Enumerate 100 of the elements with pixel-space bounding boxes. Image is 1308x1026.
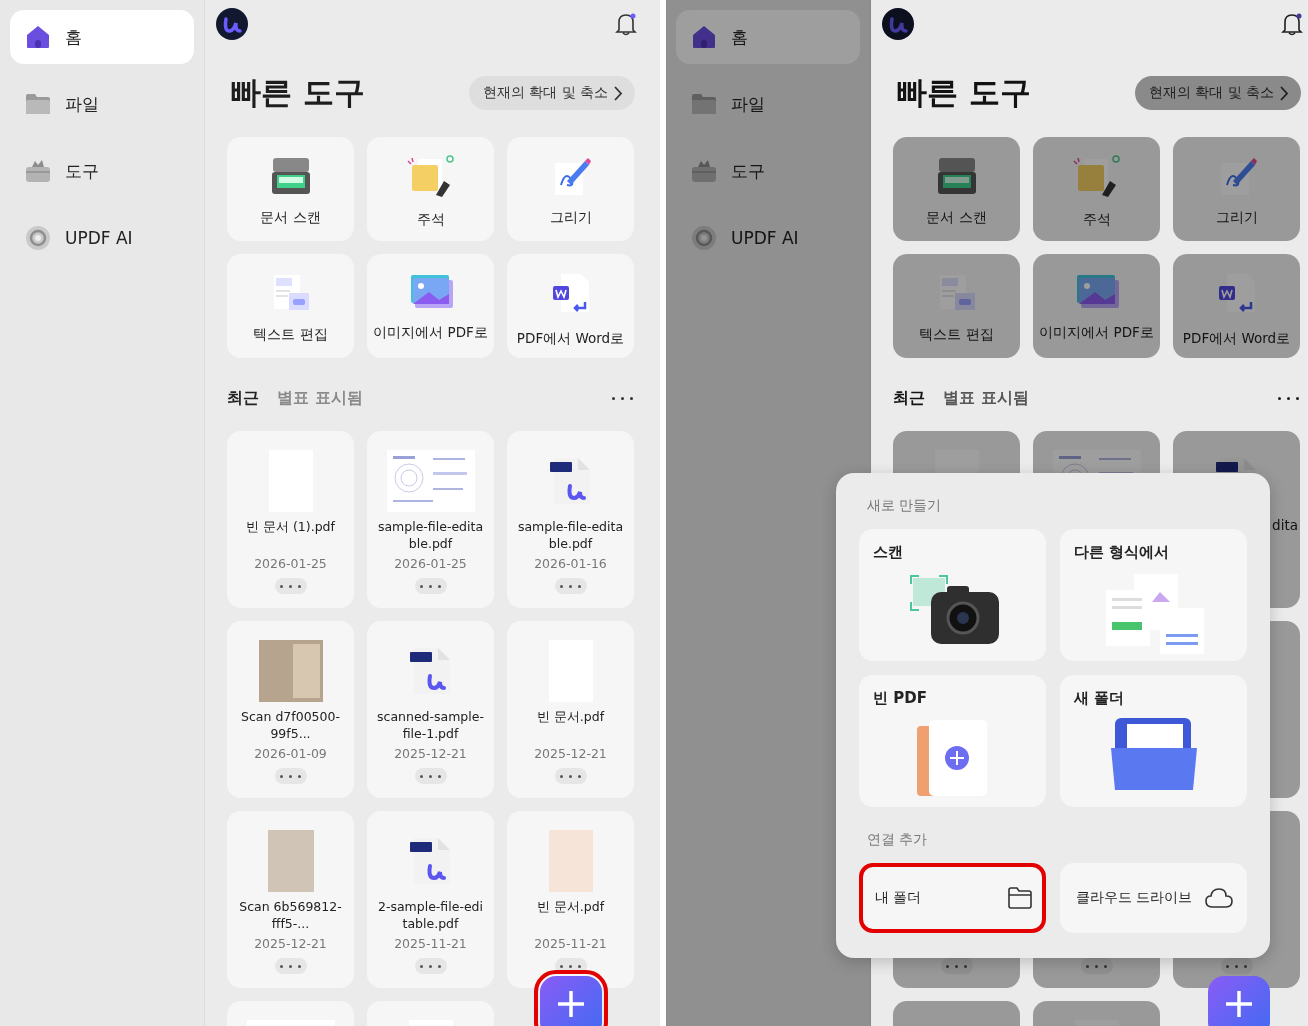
tab[interactable]: 최근 [227,388,259,409]
section-title: 새로 만들기 [867,497,943,515]
sidebar-item-label: 도구 [65,159,99,183]
sticky-note-icon [405,155,456,199]
file-date: 2025-12-21 [394,746,467,762]
sidebar-item[interactable]: 파일 [676,77,860,131]
sidebar-item-label: 홈 [65,25,82,49]
file-card[interactable]: sample-file-edita ble.pdf 2026-01-25 [367,431,494,608]
chevron-right-icon [1280,85,1289,101]
sidebar-item[interactable]: 홈 [10,10,194,64]
more-menu[interactable] [612,397,633,400]
swirl-icon [25,225,51,251]
sidebar-item[interactable]: UPDF AI [676,211,860,265]
folder-icon [25,93,51,115]
sidebar-item-label: 파일 [731,92,765,116]
file-card[interactable]: 빈 문서 (1).pdf 2026-01-25 [227,431,354,608]
file-card[interactable]: 2-sample-file-edi table.pdf 2025-11-21 [367,811,494,988]
file-options-button[interactable] [1080,958,1113,974]
file-date: 2025-12-21 [254,936,327,952]
create-option[interactable]: 다른 형식에서 [1060,529,1247,661]
zoom-button[interactable]: 현재의 확대 및 축소 [1134,76,1301,110]
file-name: 빈 문서.pdf [535,708,606,726]
file-options-button[interactable] [1220,958,1253,974]
tool-card[interactable]: 이미지에서 PDF로 [367,254,494,358]
tool-card[interactable]: 문서 스캔 [227,137,354,241]
more-icon [280,774,301,778]
file-name: sample-file-edita ble.pdf [376,518,485,552]
sidebar-item[interactable]: 파일 [10,77,194,131]
tool-card[interactable]: 그리기 [1173,137,1300,241]
tool-card[interactable]: 텍스트 편집 [227,254,354,358]
connection-option[interactable]: 클라우드 드라이브 [1060,863,1247,933]
file-date: 2026-01-09 [254,746,327,762]
file-options-button[interactable] [274,578,307,594]
file-name: 2-sample-file-edi table.pdf [376,898,485,932]
sidebar-item[interactable]: UPDF AI [10,211,194,265]
zoom-button[interactable]: 현재의 확대 및 축소 [468,76,635,110]
section-title: 연결 추가 [867,831,929,849]
file-options-button[interactable] [554,768,587,784]
more-icon [560,584,581,588]
file-options-button[interactable] [274,768,307,784]
file-options-button[interactable] [940,958,973,974]
swirl-icon [691,225,717,251]
app-logo [216,8,248,40]
sidebar-item[interactable]: 도구 [676,144,860,198]
more-icon [612,397,633,400]
scanner-icon [935,155,978,197]
file-options-button[interactable] [414,768,447,784]
sidebar-item-label: 도구 [731,159,765,183]
file-name: 빈 문서 (1).pdf [245,518,336,536]
file-options-button[interactable] [554,578,587,594]
tab[interactable]: 별표 표시됨 [943,388,1029,409]
tool-card[interactable]: 주석 [1033,137,1160,241]
more-icon [1278,397,1299,400]
file-card[interactable]: 빈 문서.pdf 2025-12-21 [507,621,634,798]
file-date: 2025-11-21 [534,936,607,952]
file-options-button[interactable] [274,958,307,974]
create-option[interactable]: 스캔 [859,529,1046,661]
more-icon [946,964,967,968]
file-date: 2026-01-25 [254,556,327,572]
file-date: 2026-01-16 [534,556,607,572]
file-date: 2025-12-21 [534,746,607,762]
more-menu[interactable] [1278,397,1299,400]
sidebar-item[interactable]: 도구 [10,144,194,198]
toolbox-icon [691,159,717,183]
add-button[interactable] [1208,976,1270,1026]
file-date: 2025-11-21 [394,936,467,952]
file-name: Scan d7f00500-99f5... [240,708,341,742]
tool-card[interactable]: 문서 스캔 [893,137,1020,241]
tool-card[interactable]: 주석 [367,137,494,241]
house-icon [691,25,717,49]
tool-card[interactable]: PDF에서 Word로 [507,254,634,358]
bell-icon[interactable] [615,12,637,36]
tool-card[interactable]: 텍스트 편집 [893,254,1020,358]
more-icon [280,964,301,968]
file-card[interactable]: 빈 문서.pdf 2025-11-21 [507,811,634,988]
file-options-button[interactable] [414,578,447,594]
sidebar-item[interactable]: 홈 [676,10,860,64]
create-option[interactable]: 빈 PDF [859,675,1046,807]
tab[interactable]: 최근 [893,388,925,409]
connection-option[interactable]: 내 폴더 [859,863,1046,933]
more-icon [1226,964,1247,968]
file-name: sample-file-edita ble.pdf [516,518,625,552]
tool-card[interactable]: 그리기 [507,137,634,241]
toolbox-icon [25,159,51,183]
file-card[interactable]: scanned-sample- file-1.pdf 2025-12-21 [367,621,494,798]
tool-card[interactable]: PDF에서 Word로 [1173,254,1300,358]
file-card[interactable]: Scan 6b569812-fff5-... 2025-12-21 [227,811,354,988]
sidebar-item-label: 홈 [731,25,748,49]
file-name: scanned-sample- file-1.pdf [376,708,485,742]
house-icon [25,25,51,49]
file-card[interactable]: Scan d7f00500-99f5... 2026-01-09 [227,621,354,798]
scanner-icon [269,155,312,197]
file-options-button[interactable] [414,958,447,974]
tool-card[interactable]: 이미지에서 PDF로 [1033,254,1160,358]
more-icon [420,584,441,588]
plus-icon [1224,989,1254,1019]
bell-icon[interactable] [1281,12,1303,36]
create-option[interactable]: 새 폴더 [1060,675,1247,807]
sticky-note-icon [1071,155,1122,199]
file-card[interactable]: sample-file-edita ble.pdf 2026-01-16 [507,431,634,608]
